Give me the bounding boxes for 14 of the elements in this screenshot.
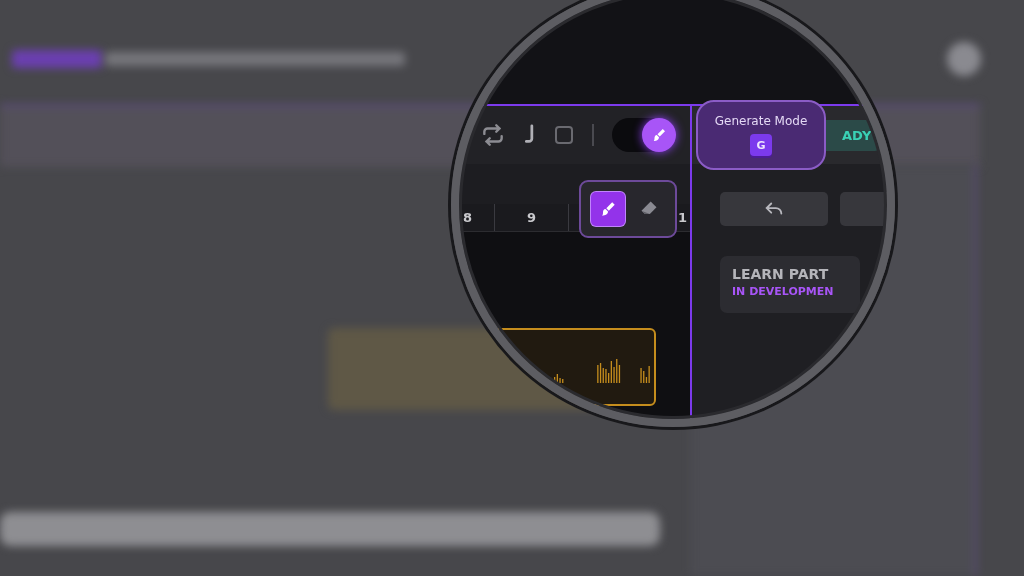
hook-icon[interactable] <box>524 124 536 146</box>
square-icon[interactable] <box>554 125 574 145</box>
tooltip-title: Generate Mode <box>714 114 808 128</box>
loop-icon[interactable] <box>480 122 506 148</box>
ruler-number: 9 <box>526 210 536 225</box>
card-title: LEARN PART <box>732 266 830 282</box>
card-status: IN DEVELOPMEN <box>732 285 835 298</box>
learn-part-card[interactable]: LEARN PART IN DEVELOPMEN <box>720 256 860 313</box>
keycap: G <box>750 134 772 156</box>
blurred-avatar <box>947 42 981 76</box>
brush-tool-button[interactable] <box>590 192 625 226</box>
ruler-number: 8 <box>462 210 472 225</box>
paint-toggle[interactable] <box>612 118 676 152</box>
ruler-number: 1 <box>677 210 687 225</box>
